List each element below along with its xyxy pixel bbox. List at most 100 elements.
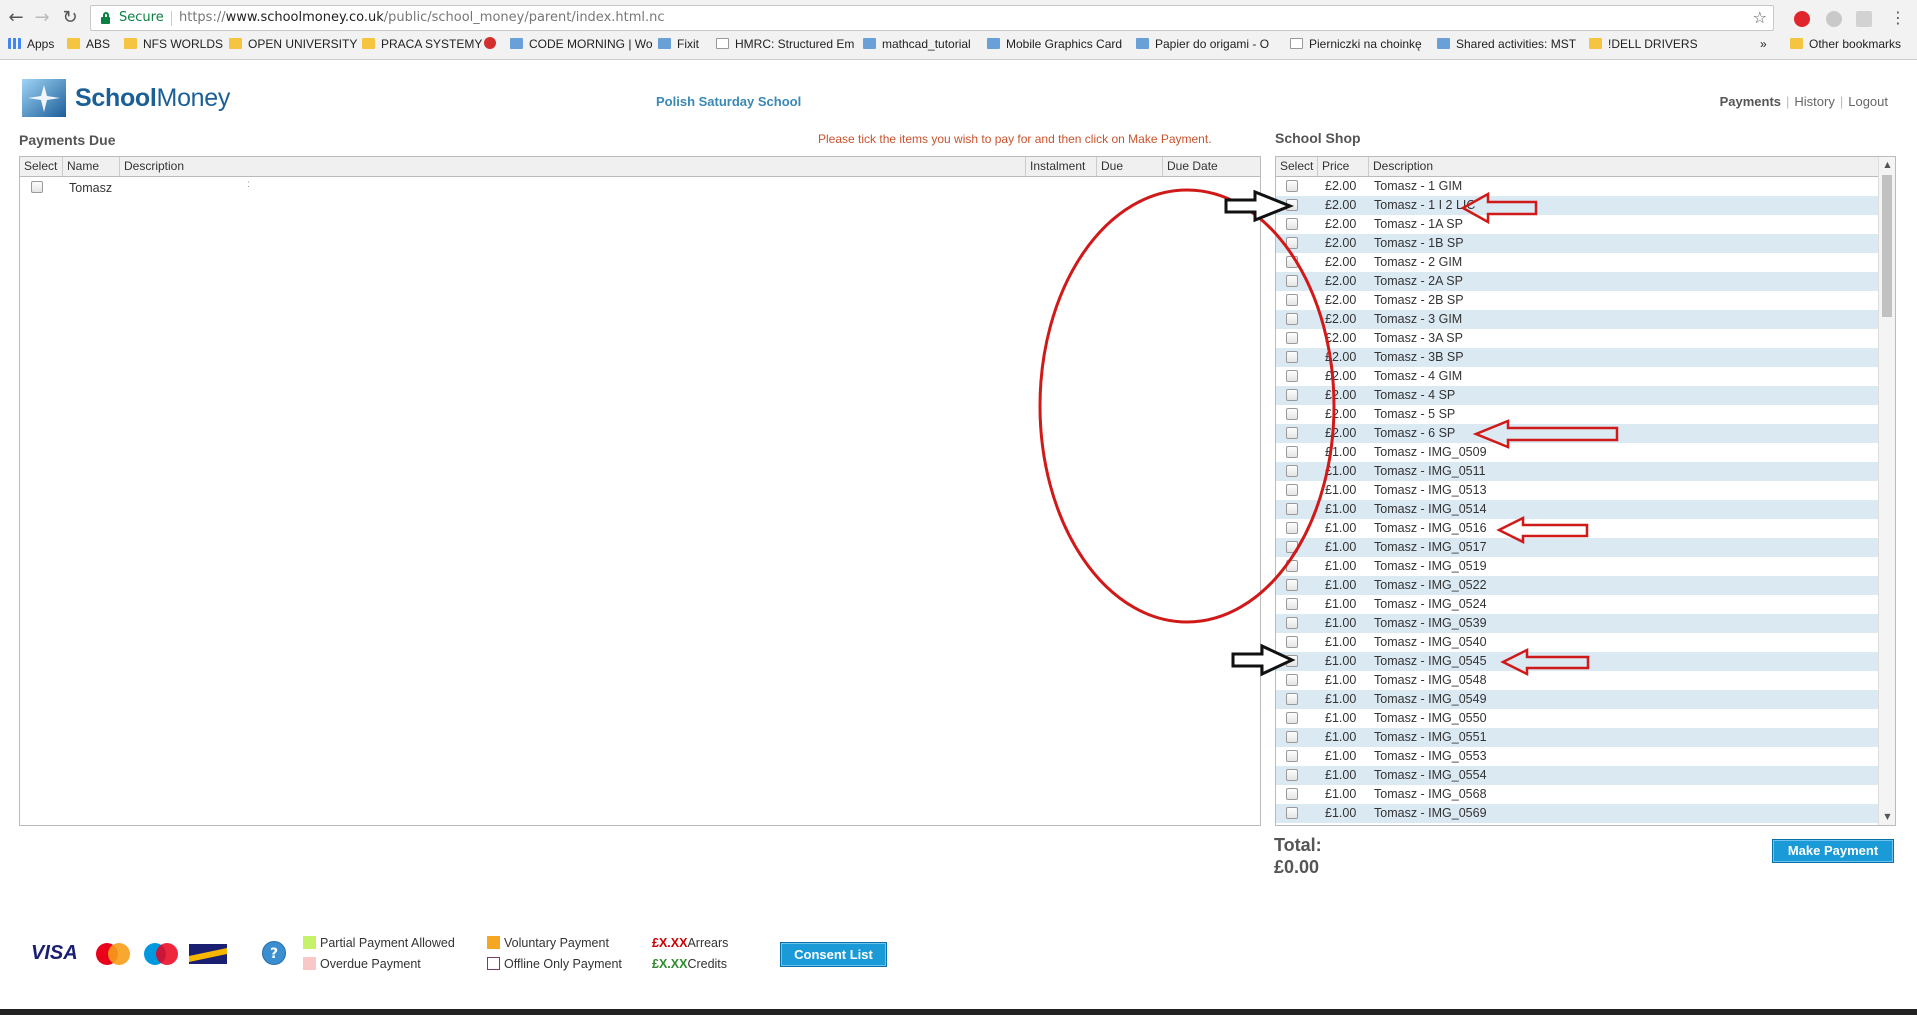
shop-item-description: Tomasz - IMG_0553 xyxy=(1374,749,1487,763)
bookmark-label: PRACA SYSTEMY xyxy=(381,37,483,51)
shop-item-row: £1.00 Tomasz - IMG_0522 xyxy=(1276,576,1879,595)
row-checkbox[interactable] xyxy=(31,181,43,193)
shop-item-checkbox[interactable] xyxy=(1286,731,1298,743)
bookmark-item[interactable]: CODE MORNING | Wo xyxy=(510,37,653,51)
shop-item-description: Tomasz - IMG_0513 xyxy=(1374,483,1487,497)
shop-item-row: £1.00 Tomasz - IMG_0549 xyxy=(1276,690,1879,709)
image-extension-icon[interactable] xyxy=(1856,11,1872,27)
bookmark-item[interactable]: Papier do origami - O xyxy=(1136,37,1269,51)
apps-grid-icon xyxy=(8,38,21,49)
shop-item-checkbox[interactable] xyxy=(1286,598,1298,610)
shop-item-checkbox[interactable] xyxy=(1286,674,1298,686)
shop-item-row: £2.00 Tomasz - 1B SP xyxy=(1276,234,1879,253)
bookmark-item[interactable]: PRACA SYSTEMY xyxy=(362,37,482,51)
address-bar[interactable]: Secure https://www.schoolmoney.co.uk/pub… xyxy=(90,5,1774,31)
shop-item-price: £1.00 xyxy=(1325,673,1357,687)
shop-item-description: Tomasz - 1 GIM xyxy=(1374,179,1463,193)
shop-item-price: £2.00 xyxy=(1325,255,1357,269)
bookmark-item[interactable]: HMRC: Structured Em xyxy=(716,37,854,51)
shop-item-checkbox[interactable] xyxy=(1286,807,1298,819)
shop-item-checkbox[interactable] xyxy=(1286,465,1298,477)
bookmark-label: Papier do origami - O xyxy=(1155,37,1270,51)
bookmarks-overflow-icon[interactable]: » xyxy=(1760,37,1767,51)
shop-item-checkbox[interactable] xyxy=(1286,560,1298,572)
reload-icon[interactable]: ↻ xyxy=(58,6,82,30)
nav-logout[interactable]: Logout xyxy=(1843,94,1893,109)
shop-item-checkbox[interactable] xyxy=(1286,199,1298,211)
shop-item-checkbox[interactable] xyxy=(1286,769,1298,781)
shop-item-checkbox[interactable] xyxy=(1286,750,1298,762)
shop-item-price: £1.00 xyxy=(1325,597,1357,611)
consent-list-button[interactable]: Consent List xyxy=(780,942,887,967)
bookmark-item[interactable]: Mobile Graphics Card xyxy=(987,37,1122,51)
shop-item-checkbox[interactable] xyxy=(1286,446,1298,458)
bookmark-item[interactable]: !DELL DRIVERS xyxy=(1589,37,1698,51)
shop-item-description: Tomasz - IMG_0545 xyxy=(1374,654,1487,668)
nav-history[interactable]: History xyxy=(1789,94,1839,109)
shop-item-checkbox[interactable] xyxy=(1286,389,1298,401)
shop-item-checkbox[interactable] xyxy=(1286,351,1298,363)
shop-item-checkbox[interactable] xyxy=(1286,218,1298,230)
shop-item-checkbox[interactable] xyxy=(1286,256,1298,268)
shop-item-price: £2.00 xyxy=(1325,407,1357,421)
shop-item-checkbox[interactable] xyxy=(1286,788,1298,800)
opera-extension-icon[interactable] xyxy=(1794,11,1810,27)
shop-item-checkbox[interactable] xyxy=(1286,294,1298,306)
shop-item-checkbox[interactable] xyxy=(1286,237,1298,249)
shop-item-checkbox[interactable] xyxy=(1286,541,1298,553)
shop-item-row: £2.00 Tomasz - 1A SP xyxy=(1276,215,1879,234)
shop-item-checkbox[interactable] xyxy=(1286,275,1298,287)
bookmark-item[interactable] xyxy=(484,37,502,51)
shop-item-checkbox[interactable] xyxy=(1286,408,1298,420)
folder-icon xyxy=(67,38,80,49)
shop-item-checkbox[interactable] xyxy=(1286,617,1298,629)
bookmark-item[interactable]: OPEN UNIVERSITY xyxy=(229,37,357,51)
skype-extension-icon[interactable] xyxy=(1826,11,1842,27)
bookmark-item[interactable]: mathcad_tutorial xyxy=(863,37,971,51)
col-select: Select xyxy=(20,157,63,176)
shop-item-checkbox[interactable] xyxy=(1286,712,1298,724)
shop-item-price: £1.00 xyxy=(1325,768,1357,782)
shop-scrollbar[interactable]: ▲ ▼ xyxy=(1878,157,1895,825)
bookmark-item[interactable]: Shared activities: MST xyxy=(1437,37,1576,51)
shop-item-checkbox[interactable] xyxy=(1286,655,1298,667)
back-arrow-icon[interactable]: ← xyxy=(4,6,28,30)
shop-item-description: Tomasz - IMG_0540 xyxy=(1374,635,1487,649)
shop-item-checkbox[interactable] xyxy=(1286,693,1298,705)
nav-payments[interactable]: Payments xyxy=(1715,94,1786,109)
other-bookmarks[interactable]: Other bookmarks xyxy=(1790,37,1901,51)
bookmark-label: Apps xyxy=(27,37,55,51)
shop-item-checkbox[interactable] xyxy=(1286,332,1298,344)
shop-item-checkbox[interactable] xyxy=(1286,522,1298,534)
shop-item-checkbox[interactable] xyxy=(1286,180,1298,192)
shop-item-row: £2.00 Tomasz - 3A SP xyxy=(1276,329,1879,348)
legend-arrears: £X.XXArrears xyxy=(652,936,729,950)
forward-arrow-icon[interactable]: → xyxy=(30,6,54,30)
shop-item-description: Tomasz - 1B SP xyxy=(1374,236,1464,250)
shop-item-description: Tomasz - IMG_0548 xyxy=(1374,673,1487,687)
make-payment-button[interactable]: Make Payment xyxy=(1772,839,1894,863)
bookmark-item[interactable]: Apps xyxy=(8,37,54,51)
shop-item-checkbox[interactable] xyxy=(1286,313,1298,325)
shop-item-checkbox[interactable] xyxy=(1286,484,1298,496)
shop-item-checkbox[interactable] xyxy=(1286,579,1298,591)
shop-item-checkbox[interactable] xyxy=(1286,370,1298,382)
bookmark-item[interactable]: Fixit xyxy=(658,37,699,51)
bookmark-item[interactable]: Pierniczki na choinkę xyxy=(1290,37,1422,51)
scroll-thumb[interactable] xyxy=(1882,175,1892,317)
bookmark-label: Pierniczki na choinkę xyxy=(1309,37,1422,51)
bookmark-star-icon[interactable]: ☆ xyxy=(1753,8,1767,27)
menu-kebab-icon[interactable]: ⋮ xyxy=(1886,6,1910,30)
shop-item-checkbox[interactable] xyxy=(1286,503,1298,515)
shop-item-description: Tomasz - IMG_0516 xyxy=(1374,521,1487,535)
url-text[interactable]: https://www.schoolmoney.co.uk/public/sch… xyxy=(179,10,665,25)
scroll-up-icon[interactable]: ▲ xyxy=(1879,158,1895,172)
shop-item-description: Tomasz - 3 GIM xyxy=(1374,312,1463,326)
shop-item-checkbox[interactable] xyxy=(1286,636,1298,648)
shop-item-checkbox[interactable] xyxy=(1286,427,1298,439)
bookmark-item[interactable]: NFS WORLDS xyxy=(124,37,223,51)
folder-icon xyxy=(124,38,137,49)
help-icon[interactable]: ? xyxy=(262,941,286,965)
scroll-down-icon[interactable]: ▼ xyxy=(1879,810,1895,824)
bookmark-item[interactable]: ABS xyxy=(67,37,110,51)
